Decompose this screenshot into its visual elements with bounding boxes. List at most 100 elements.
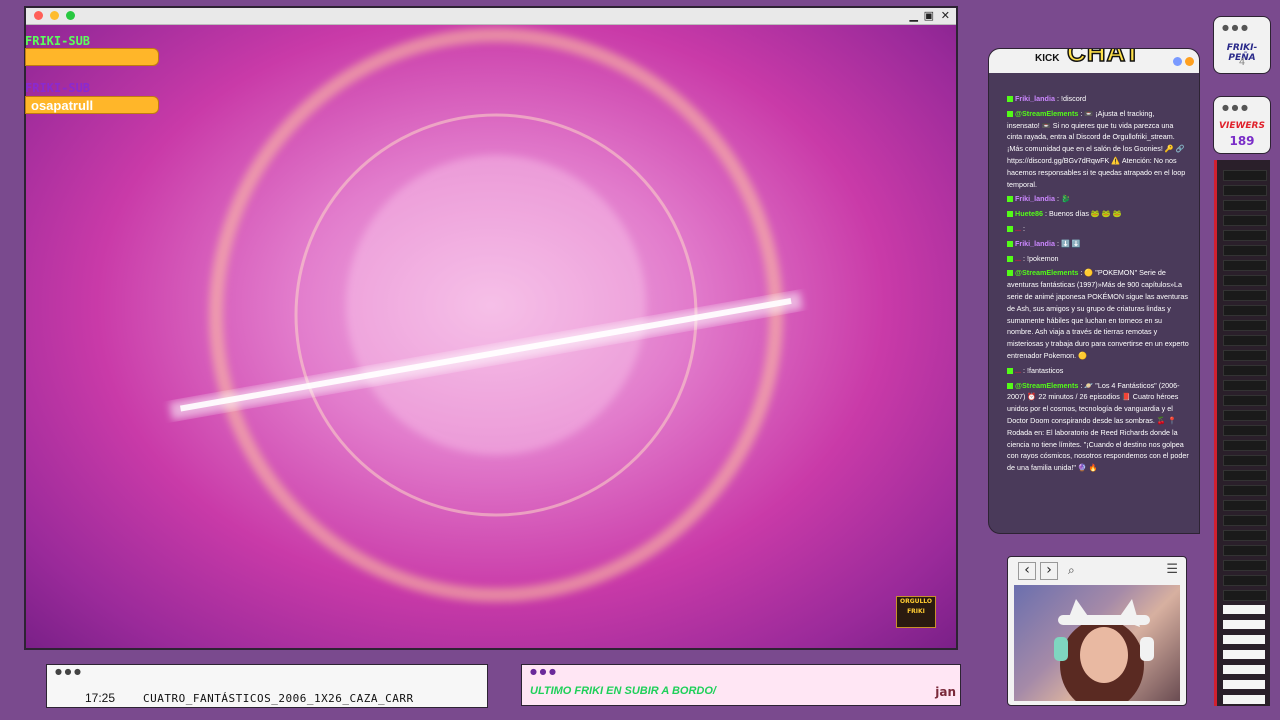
chat-text: : Buenos días 🐸 🐸 🐸 <box>1044 209 1122 219</box>
equalizer-bar <box>1223 170 1267 181</box>
now-playing-time: 17:25 <box>85 691 116 705</box>
now-playing-file: CUATRO_FANTÁSTICOS_2006_1X26_CAZA_CARR <box>143 692 414 705</box>
equalizer-bar <box>1223 440 1267 451</box>
chat-message: @StreamElements : 📼 ¡Ajusta el tracking,… <box>1007 108 1189 191</box>
kick-brand: KICK <box>1035 53 1060 64</box>
maximize-dot[interactable] <box>66 11 75 20</box>
equalizer-bar <box>1223 380 1267 391</box>
equalizer-bar <box>1223 545 1267 556</box>
chat-message: Friki_landia : ⬇️ ⬇️ <box>1007 238 1189 250</box>
kick-badge-icon <box>1007 226 1013 233</box>
friki-pena-dots: ● ● ● <box>1222 23 1249 32</box>
kick-badge-icon <box>1007 255 1013 262</box>
equalizer-bar <box>1223 395 1267 406</box>
equalizer-bar <box>1223 260 1267 271</box>
chat-username[interactable]: Friki_landia <box>1015 194 1055 203</box>
equalizer-bar <box>1223 290 1267 301</box>
kick-badge-icon <box>1007 240 1013 247</box>
equalizer-bar <box>1223 350 1267 361</box>
chat-message: Friki_landia : 🐉 <box>1007 193 1189 205</box>
chat-message: Huete86 : Buenos días 🐸 🐸 🐸 <box>1007 208 1189 220</box>
channel-logo: ORGULLO FRIKI <box>896 596 936 628</box>
chat-username[interactable]: ... <box>1015 366 1021 375</box>
search-icon[interactable]: ⌕ <box>1068 563 1075 578</box>
webcam-feed <box>1014 585 1180 701</box>
last-sub-dots: ● ● ● <box>530 667 557 676</box>
webcam-window: ‹ › ⌕ ☰ <box>1007 556 1187 706</box>
video-frame: ORGULLO FRIKI <box>26 25 956 648</box>
equalizer-bar <box>1223 305 1267 316</box>
equalizer-bar <box>1223 410 1267 421</box>
latest-sub-name: osapatrull <box>25 96 159 114</box>
equalizer-bar <box>1223 635 1265 644</box>
forward-arrow-icon[interactable]: › <box>1040 562 1058 580</box>
equalizer-bar <box>1223 200 1267 211</box>
chat-text: : !pokemon <box>1023 253 1059 263</box>
kick-badge-icon <box>1007 211 1013 218</box>
equalizer-bar <box>1223 485 1267 496</box>
equalizer-bar <box>1223 590 1267 601</box>
chat-text: : 🟡 "POKEMON" Serie de aventuras fantást… <box>1007 268 1189 360</box>
equalizer-bar <box>1223 275 1267 286</box>
equalizer-bar <box>1223 665 1265 674</box>
equalizer-bar <box>1223 245 1267 256</box>
equalizer-bar <box>1223 575 1267 586</box>
equalizer-bar <box>1223 620 1265 629</box>
chat-message: @StreamElements : 🪐 "Los 4 Fantásticos" … <box>1007 380 1189 474</box>
last-sub-name: jan <box>935 685 956 699</box>
kick-badge-icon <box>1007 110 1013 117</box>
chat-username[interactable]: Friki_landia <box>1015 94 1055 103</box>
chat-username[interactable]: Huete86 <box>1015 209 1043 218</box>
chat-username[interactable]: Friki_landia <box>1015 239 1055 248</box>
now-playing-window: ● ● ● 17:25 CUATRO_FANTÁSTICOS_2006_1X26… <box>46 664 488 708</box>
equalizer-bar <box>1223 320 1267 331</box>
minimize-icon[interactable]: ▁ <box>910 9 918 23</box>
chat-message: ... : !pokemon <box>1007 253 1189 265</box>
video-window: ▁ ▣ ✕ ORGULLO FRIKI <box>24 6 958 650</box>
chat-username[interactable]: ... <box>1015 224 1021 233</box>
restore-icon[interactable]: ▣ <box>924 9 934 23</box>
equalizer-bar <box>1223 425 1267 436</box>
equalizer-bar <box>1223 365 1267 376</box>
close-dot[interactable] <box>34 11 43 20</box>
chat-message: ... : !fantasticos <box>1007 365 1189 377</box>
chat-message: ... : <box>1007 223 1189 235</box>
kick-badge-icon <box>1007 367 1013 374</box>
chat-text: : ⬇️ ⬇️ <box>1056 238 1081 248</box>
chat-username[interactable]: @StreamElements <box>1015 109 1078 118</box>
viewers-dots: ● ● ● <box>1222 103 1249 112</box>
equalizer-bar <box>1223 530 1267 541</box>
video-graphic <box>169 28 803 602</box>
viewers-count: 189 <box>1229 134 1255 148</box>
video-titlebar: ▁ ▣ ✕ <box>26 8 956 25</box>
chat-dot-orange[interactable] <box>1185 57 1194 66</box>
chat-username[interactable]: @StreamElements <box>1015 381 1078 390</box>
equalizer-bar <box>1223 185 1267 196</box>
chat-messages: Friki_landia : !discord @StreamElements :… <box>989 73 1199 533</box>
friki-pena-box: ● ● ● FRIKI-PEÑA 4 <box>1213 16 1271 74</box>
menu-icon[interactable]: ☰ <box>1166 562 1178 577</box>
chat-text: : 📼 ¡Ajusta el tracking, insensato! 📼 Si… <box>1007 108 1186 189</box>
chat-username[interactable]: ... <box>1015 254 1021 263</box>
chat-title: CHAT <box>1066 48 1142 68</box>
viewers-label: VIEWERS <box>1219 121 1265 131</box>
chat-message: @StreamElements : 🟡 "POKEMON" Serie de a… <box>1007 267 1189 361</box>
chat-text: : !discord <box>1056 94 1087 103</box>
minimize-dot[interactable] <box>50 11 59 20</box>
friki-sub-title-secondary: FRIKI-SUB <box>25 81 91 95</box>
back-arrow-icon[interactable]: ‹ <box>1018 562 1036 580</box>
close-icon[interactable]: ✕ <box>941 9 950 23</box>
now-playing-dots: ● ● ● <box>55 667 82 676</box>
chat-dot-blue[interactable] <box>1173 57 1182 66</box>
equalizer-bar <box>1223 335 1267 346</box>
chat-username[interactable]: @StreamElements <box>1015 268 1078 277</box>
kick-badge-icon <box>1007 196 1013 203</box>
equalizer-bar <box>1223 605 1265 614</box>
kick-badge-icon <box>1007 96 1013 103</box>
equalizer-bar <box>1223 560 1267 571</box>
equalizer-bar <box>1223 455 1267 466</box>
center-glow <box>346 155 646 455</box>
friki-sub-bar <box>25 48 159 66</box>
kick-badge-icon <box>1007 382 1013 389</box>
equalizer-bar <box>1223 230 1267 241</box>
